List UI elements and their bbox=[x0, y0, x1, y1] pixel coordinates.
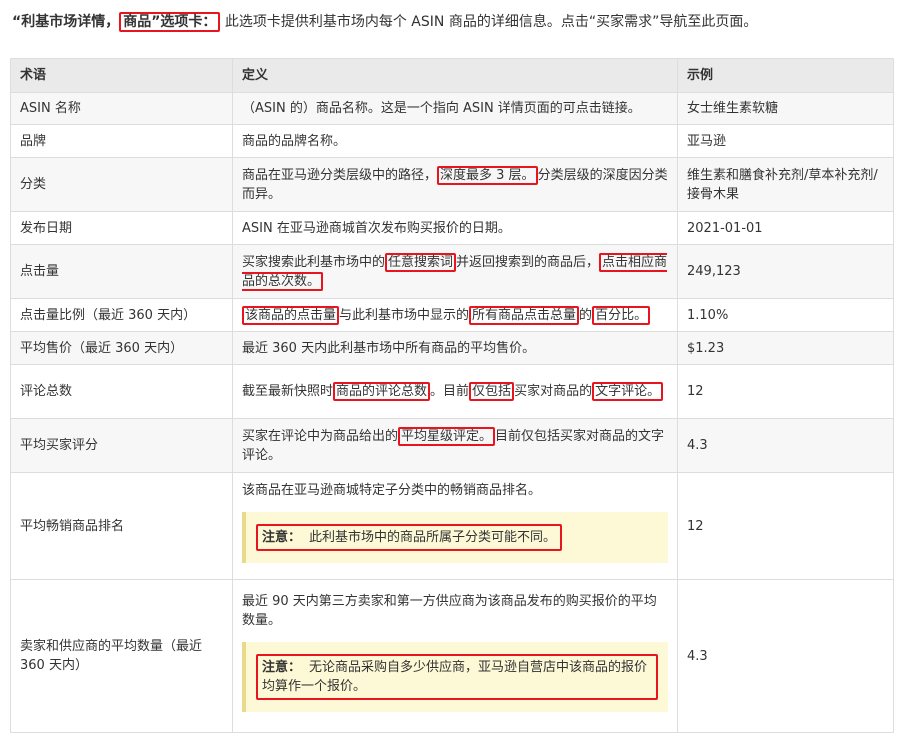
highlighted-text: 百分比。 bbox=[592, 305, 651, 325]
example-cell: $1.23 bbox=[677, 331, 894, 365]
definition-cell: （ASIN 的）商品名称。这是一个指向 ASIN 详情页面的可点击链接。 bbox=[232, 92, 678, 125]
term-cell: 分类 bbox=[10, 157, 233, 212]
table-row: 平均买家评分 买家在评论中为商品给出的 平均星级评定。 目前仅包括买家对商品的文字评… bbox=[10, 418, 894, 473]
table-row: 点击量比例（最近 360 天内） 该商品的点击量 与此利基市场中显示的 所有商品点击… bbox=[10, 298, 894, 332]
definition-text: 。目前 bbox=[430, 384, 470, 399]
definition-text: 该商品在亚马逊商城特定子分类中的畅销商品排名。 bbox=[242, 483, 542, 498]
definition-cell: 最近 90 天内第三方卖家和第一方供应商为该商品发布的购买报价的平均数量。 注意… bbox=[232, 579, 678, 733]
header-example: 示例 bbox=[677, 58, 894, 93]
example-cell: 4.3 bbox=[677, 418, 894, 473]
example-cell: 亚马逊 bbox=[677, 124, 894, 158]
highlighted-text: 该商品的点击量 bbox=[242, 305, 340, 325]
note-text: 无论商品采购自多少供应商，亚马逊自营店中该商品的报价均算作一个报价。 bbox=[262, 660, 648, 694]
intro-title-highlight: 商品”选项卡： bbox=[119, 12, 221, 32]
term-cell: 平均畅销商品排名 bbox=[10, 472, 233, 580]
definition-text: 截至最新快照时 bbox=[242, 384, 334, 399]
example-cell: 维生素和膳食补充剂/草本补充剂/接骨木果 bbox=[677, 157, 894, 212]
table-header-row: 术语 定义 示例 bbox=[10, 58, 894, 93]
term-cell: 点击量比例（最近 360 天内） bbox=[10, 298, 233, 332]
table-row: 平均畅销商品排名 该商品在亚马逊商城特定子分类中的畅销商品排名。 注意： 此利基市… bbox=[10, 472, 894, 580]
definition-text: 与此利基市场中显示的 bbox=[339, 307, 470, 323]
definition-text: 买家搜索此利基市场中的 bbox=[242, 254, 386, 270]
term-cell: 品牌 bbox=[10, 124, 233, 158]
example-cell: 女士维生素软糖 bbox=[677, 92, 894, 125]
highlighted-text: 商品的评论总数 bbox=[333, 382, 431, 401]
term-cell: 平均买家评分 bbox=[10, 418, 233, 473]
table-row: 平均售价（最近 360 天内） 最近 360 天内此利基市场中所有商品的平均售价… bbox=[10, 331, 894, 365]
table-row: 卖家和供应商的平均数量（最近 360 天内） 最近 90 天内第三方卖家和第一方… bbox=[10, 579, 894, 733]
table-row: 点击量 买家搜索此利基市场中的 任意搜索词 并返回搜索到的商品后， 点击相应商品的总次… bbox=[10, 244, 894, 299]
highlighted-text: 所有商品点击总量 bbox=[469, 305, 580, 325]
definition-text: 并返回搜索到的商品后， bbox=[456, 254, 600, 270]
note-text: 此利基市场中的商品所属子分类可能不同。 bbox=[309, 530, 557, 545]
note-box: 注意： 此利基市场中的商品所属子分类可能不同。 bbox=[242, 512, 668, 563]
table-row: 分类 商品在亚马逊分类层级中的路径， 深度最多 3 层。 分类层级的深度因分类而异。… bbox=[10, 157, 894, 212]
definition-cell: 买家搜索此利基市场中的 任意搜索词 并返回搜索到的商品后， 点击相应商品的总次数。 bbox=[232, 244, 678, 299]
terms-table: 术语 定义 示例 ASIN 名称 （ASIN 的）商品名称。这是一个指向 ASI… bbox=[10, 58, 894, 733]
definition-text: 商品在亚马逊分类层级中的路径， bbox=[242, 167, 438, 183]
definition-cell: 截至最新快照时 商品的评论总数 。目前 仅包括 买家对商品的 文字评论。 bbox=[232, 364, 678, 419]
term-cell: ASIN 名称 bbox=[10, 92, 233, 125]
table-row: ASIN 名称 （ASIN 的）商品名称。这是一个指向 ASIN 详情页面的可点… bbox=[10, 92, 894, 125]
term-cell: 评论总数 bbox=[10, 364, 233, 419]
example-cell: 12 bbox=[677, 364, 894, 419]
term-cell: 卖家和供应商的平均数量（最近 360 天内） bbox=[10, 579, 233, 733]
term-cell: 点击量 bbox=[10, 244, 233, 299]
example-cell: 1.10% bbox=[677, 298, 894, 332]
note-label: 注意： bbox=[262, 660, 302, 675]
definition-cell: 该商品的点击量 与此利基市场中显示的 所有商品点击总量的百分比。 bbox=[232, 298, 678, 332]
note-label: 注意： bbox=[262, 530, 302, 545]
example-cell: 2021-01-01 bbox=[677, 211, 894, 245]
example-cell: 12 bbox=[677, 472, 894, 580]
table-row: 品牌 商品的品牌名称。 亚马逊 bbox=[10, 124, 894, 158]
note-box: 注意： 无论商品采购自多少供应商，亚马逊自营店中该商品的报价均算作一个报价。 bbox=[242, 642, 668, 712]
definition-cell: 最近 360 天内此利基市场中所有商品的平均售价。 bbox=[232, 331, 678, 365]
definition-cell: 商品的品牌名称。 bbox=[232, 124, 678, 158]
intro-description: 此选项卡提供利基市场内每个 ASIN 商品的详细信息。点击“买家需求”导航至此页… bbox=[224, 14, 758, 30]
definition-text: 最近 90 天内第三方卖家和第一方供应商为该商品发布的购买报价的平均数量。 bbox=[242, 594, 657, 628]
table-row: 评论总数 截至最新快照时 商品的评论总数 。目前 仅包括 买家对商品的 文字评论。 12 bbox=[10, 364, 894, 419]
definition-text: 买家对商品的 bbox=[514, 384, 593, 399]
term-cell: 发布日期 bbox=[10, 211, 233, 245]
highlighted-text: 文字评论。 bbox=[592, 382, 664, 401]
note-highlight: 注意： 此利基市场中的商品所属子分类可能不同。 bbox=[256, 524, 563, 551]
highlighted-text: 任意搜索词 bbox=[385, 252, 457, 272]
table-row: 发布日期 ASIN 在亚马逊商城首次发布购买报价的日期。 2021-01-01 bbox=[10, 211, 894, 245]
highlighted-text: 平均星级评定。 bbox=[398, 426, 496, 446]
intro-title-prefix: “利基市场详情， bbox=[12, 14, 120, 30]
definition-text: 买家在评论中为商品给出的 bbox=[242, 428, 399, 444]
term-cell: 平均售价（最近 360 天内） bbox=[10, 331, 233, 365]
definition-cell: 商品在亚马逊分类层级中的路径， 深度最多 3 层。 分类层级的深度因分类而异。 bbox=[232, 157, 678, 212]
header-term: 术语 bbox=[10, 58, 233, 93]
example-cell: 249,123 bbox=[677, 244, 894, 299]
definition-text: 的 bbox=[579, 307, 593, 323]
example-cell: 4.3 bbox=[677, 579, 894, 733]
highlighted-text: 深度最多 3 层。 bbox=[437, 165, 538, 185]
note-highlight: 注意： 无论商品采购自多少供应商，亚马逊自营店中该商品的报价均算作一个报价。 bbox=[256, 654, 658, 700]
highlighted-text: 仅包括 bbox=[469, 382, 515, 401]
definition-cell: 买家在评论中为商品给出的 平均星级评定。 目前仅包括买家对商品的文字评论。 bbox=[232, 418, 678, 473]
header-definition: 定义 bbox=[232, 58, 678, 93]
intro-paragraph: “利基市场详情， 商品”选项卡： 此选项卡提供利基市场内每个 ASIN 商品的详细… bbox=[12, 8, 892, 36]
definition-cell: ASIN 在亚马逊商城首次发布购买报价的日期。 bbox=[232, 211, 678, 245]
definition-cell: 该商品在亚马逊商城特定子分类中的畅销商品排名。 注意： 此利基市场中的商品所属子分… bbox=[232, 472, 678, 580]
